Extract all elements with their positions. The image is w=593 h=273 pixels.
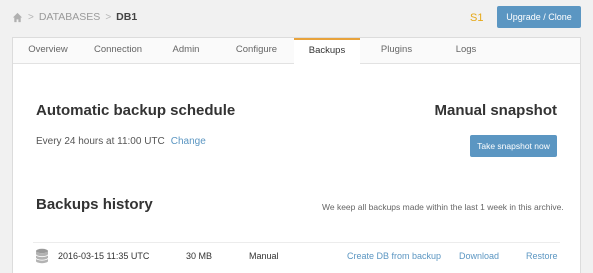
tab-configure[interactable]: Configure — [219, 38, 294, 64]
breadcrumb-databases[interactable]: DATABASES — [39, 11, 100, 23]
upgrade-clone-button[interactable]: Upgrade / Clone — [497, 6, 581, 28]
chevron-right-icon: > — [28, 11, 34, 23]
tab-connection[interactable]: Connection — [83, 38, 153, 64]
tab-logs[interactable]: Logs — [433, 38, 499, 64]
retention-note: We keep all backups made within the last… — [322, 202, 564, 212]
backup-type: Manual — [249, 251, 279, 261]
breadcrumb-current: DB1 — [116, 11, 138, 23]
change-schedule-link[interactable]: Change — [171, 136, 206, 147]
database-icon — [35, 248, 49, 264]
breadcrumb: > DATABASES > DB1 — [12, 11, 137, 23]
home-icon[interactable] — [12, 12, 23, 23]
download-link[interactable]: Download — [459, 251, 499, 261]
schedule-value: Every 24 hours at 11:00 UTC — [36, 136, 165, 147]
tab-admin[interactable]: Admin — [153, 38, 219, 64]
create-db-from-backup-link[interactable]: Create DB from backup — [347, 251, 441, 261]
tab-bar: Overview Connection Admin Configure Back… — [13, 38, 580, 65]
tab-plugins[interactable]: Plugins — [360, 38, 433, 64]
backup-date: 2016-03-15 11:35 UTC — [58, 251, 150, 261]
table-row: 2016-03-15 11:35 UTC 30 MB Manual Create… — [33, 242, 560, 268]
backups-panel: Overview Connection Admin Configure Back… — [12, 37, 581, 273]
manual-snapshot-title: Manual snapshot — [434, 102, 557, 119]
automatic-backup-title: Automatic backup schedule — [36, 102, 236, 119]
tab-backups[interactable]: Backups — [294, 38, 360, 65]
backup-size: 30 MB — [186, 251, 213, 261]
backups-history-title: Backups history — [36, 196, 153, 213]
plan-tier: S1 — [470, 12, 484, 24]
restore-link[interactable]: Restore — [526, 251, 558, 261]
tab-overview[interactable]: Overview — [13, 38, 83, 64]
take-snapshot-button[interactable]: Take snapshot now — [470, 135, 557, 157]
chevron-right-icon: > — [105, 11, 112, 23]
top-bar: > DATABASES > DB1 S1 Upgrade / Clone — [0, 0, 593, 36]
schedule-description: Every 24 hours at 11:00 UTC Change — [36, 136, 206, 147]
